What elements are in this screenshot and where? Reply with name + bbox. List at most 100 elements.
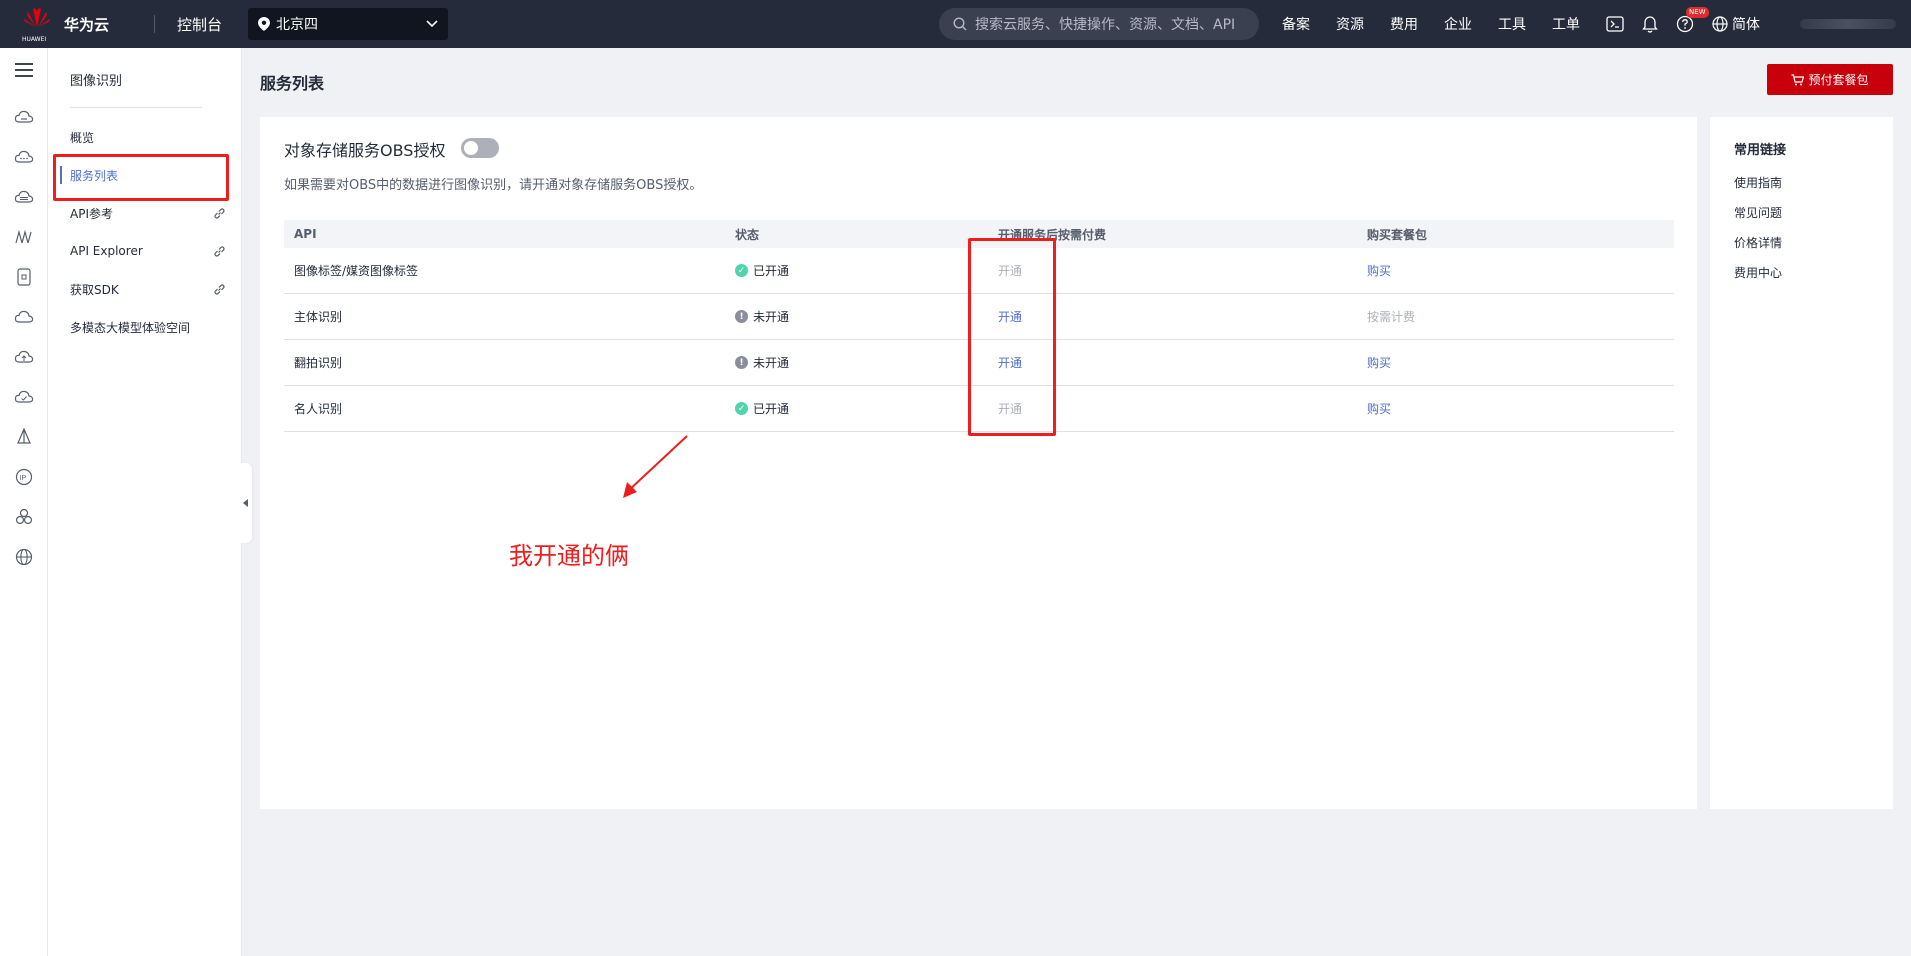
common-links-title: 常用链接: [1734, 143, 1787, 158]
database-cloud-icon[interactable]: [13, 186, 35, 208]
page-title: 服务列表: [260, 74, 325, 93]
sidebar-item-label: API参考: [70, 206, 113, 221]
sidebar-item-api-explorer[interactable]: API Explorer: [48, 232, 242, 270]
logo-wordmark: HUAWEI: [22, 36, 47, 43]
svg-text:IP: IP: [20, 475, 27, 482]
ip-icon[interactable]: IP: [13, 466, 35, 488]
sidebar-item-overview[interactable]: 概览: [48, 118, 242, 156]
status-text: 未开通: [753, 356, 790, 370]
status-cell: ✓ 已开通: [725, 400, 988, 417]
brand-name: 华为云: [64, 15, 110, 34]
nav-beian[interactable]: 备案: [1282, 14, 1310, 34]
sidebar-item-api-reference[interactable]: API参考: [48, 194, 242, 232]
cloud-upload-icon[interactable]: [13, 346, 35, 368]
service-list-card: 对象存储服务OBS授权 如果需要对OBS中的数据进行图像识别，请开通对象存储服务…: [260, 117, 1697, 809]
buy-link[interactable]: 购买: [1357, 400, 1674, 417]
info-circle-icon: !: [735, 310, 748, 323]
nav-resources[interactable]: 资源: [1336, 14, 1364, 34]
external-link-icon: [214, 246, 225, 257]
link-faq[interactable]: 常见问题: [1734, 204, 1782, 221]
check-circle-icon: ✓: [735, 402, 748, 415]
obs-authorization-description: 如果需要对OBS中的数据进行图像识别，请开通对象存储服务OBS授权。: [284, 178, 703, 193]
storage-icon[interactable]: [13, 266, 35, 288]
buy-link[interactable]: 购买: [1357, 354, 1674, 371]
sidebar-item-service-list[interactable]: 服务列表: [48, 156, 242, 194]
table-row: 翻拍识别 ! 未开通 开通 购买: [284, 340, 1674, 386]
annotation-arrow: [623, 435, 688, 498]
table-row: 主体识别 ! 未开通 开通 按需计费: [284, 294, 1674, 340]
obs-authorization-title: 对象存储服务OBS授权: [284, 141, 446, 160]
location-pin-icon: [258, 17, 271, 31]
status-cell: ✓ 已开通: [725, 262, 988, 279]
cloud-check-icon[interactable]: [13, 386, 35, 408]
status-cell: ! 未开通: [725, 354, 988, 371]
table-row: 图像标签/媒资图像标签 ✓ 已开通 开通 购买: [284, 248, 1674, 294]
link-pricing[interactable]: 价格详情: [1734, 234, 1782, 251]
cloud-icon[interactable]: [13, 306, 35, 328]
region-selector[interactable]: 北京四: [248, 8, 449, 40]
sidebar-item-label: API Explorer: [70, 244, 143, 258]
cloud-server-icon[interactable]: [13, 106, 35, 128]
search-placeholder: 搜索云服务、快捷操作、资源、文档、API: [975, 17, 1236, 33]
link-user-guide[interactable]: 使用指南: [1734, 174, 1782, 191]
sidebar-collapse-handle[interactable]: [240, 463, 252, 543]
column-header-api: API: [294, 227, 317, 241]
terminal-icon[interactable]: [1606, 16, 1624, 32]
sidebar-item-label: 获取SDK: [70, 282, 119, 297]
search-icon: [953, 17, 967, 31]
enable-link[interactable]: 开通: [988, 308, 1357, 325]
help-icon[interactable]: NEW: [1676, 7, 1709, 33]
hamburger-menu-icon[interactable]: [14, 62, 34, 81]
status-cell: ! 未开通: [725, 308, 988, 325]
globe-network-icon[interactable]: [13, 546, 35, 568]
divider: [154, 15, 155, 33]
sidebar-item-label: 多模态大模型体验空间: [70, 320, 191, 335]
nav-tickets[interactable]: 工单: [1552, 14, 1580, 34]
bell-icon[interactable]: [1642, 15, 1658, 33]
api-name: 翻拍识别: [294, 356, 343, 370]
language-label: 简体: [1732, 17, 1760, 33]
language-selector[interactable]: 简体: [1712, 14, 1760, 34]
annotation-text: 我开通的俩: [509, 542, 629, 570]
api-name: 名人识别: [294, 402, 343, 416]
table-header: API 状态 开通服务后按需付费 购买套餐包: [284, 220, 1674, 248]
tower-icon[interactable]: [13, 426, 35, 448]
cloud-dots-icon[interactable]: [13, 146, 35, 168]
external-link-icon: [214, 284, 225, 295]
info-circle-icon: !: [735, 356, 748, 369]
sidebar-title: 图像识别: [70, 74, 123, 89]
sidebar-item-label: 概览: [70, 130, 95, 145]
sidebar-item-multimodal-space[interactable]: 多模态大模型体验空间: [48, 308, 242, 346]
status-text: 已开通: [753, 402, 790, 416]
nav-billing[interactable]: 费用: [1390, 14, 1418, 34]
enable-link[interactable]: 开通: [988, 354, 1357, 371]
check-circle-icon: ✓: [735, 264, 748, 277]
top-nav: 备案 资源 费用 企业 工具 工单 NEW 简体: [1282, 0, 1896, 48]
column-header-pay-as-you-go: 开通服务后按需付费: [998, 227, 1107, 242]
huawei-logo[interactable]: HUAWEI 华为云: [22, 7, 120, 43]
nav-enterprise[interactable]: 企业: [1444, 14, 1472, 34]
cluster-icon[interactable]: [13, 506, 35, 528]
user-account[interactable]: [1800, 19, 1896, 29]
search-input[interactable]: 搜索云服务、快捷操作、资源、文档、API: [939, 8, 1259, 40]
status-text: 未开通: [753, 310, 790, 324]
console-link[interactable]: 控制台: [177, 14, 222, 35]
enable-link-disabled: 开通: [998, 264, 1023, 278]
sidebar-item-get-sdk[interactable]: 获取SDK: [48, 270, 242, 308]
cart-icon: [1791, 73, 1805, 85]
api-name: 主体识别: [294, 310, 343, 324]
service-sidebar: 图像识别 概览 服务列表 API参考 API Explorer 获取SDK 多模…: [48, 48, 242, 956]
api-name: 图像标签/媒资图像标签: [294, 264, 419, 278]
column-header-buy-package: 购买套餐包: [1367, 227, 1428, 242]
nav-tools[interactable]: 工具: [1498, 14, 1526, 34]
top-bar: HUAWEI 华为云 控制台 北京四 搜索云服务、快捷操作、资源、文档、API …: [0, 0, 1911, 48]
network-icon[interactable]: [13, 226, 35, 248]
divider: [70, 107, 202, 108]
buy-prepaid-package-button[interactable]: 预付套餐包: [1767, 64, 1893, 95]
obs-authorization-toggle[interactable]: [461, 138, 499, 158]
buy-link[interactable]: 购买: [1357, 262, 1674, 279]
pay-as-you-go-text: 按需计费: [1367, 310, 1416, 324]
chevron-down-icon: [426, 20, 438, 28]
status-text: 已开通: [753, 264, 790, 278]
link-billing-center[interactable]: 费用中心: [1734, 264, 1782, 281]
